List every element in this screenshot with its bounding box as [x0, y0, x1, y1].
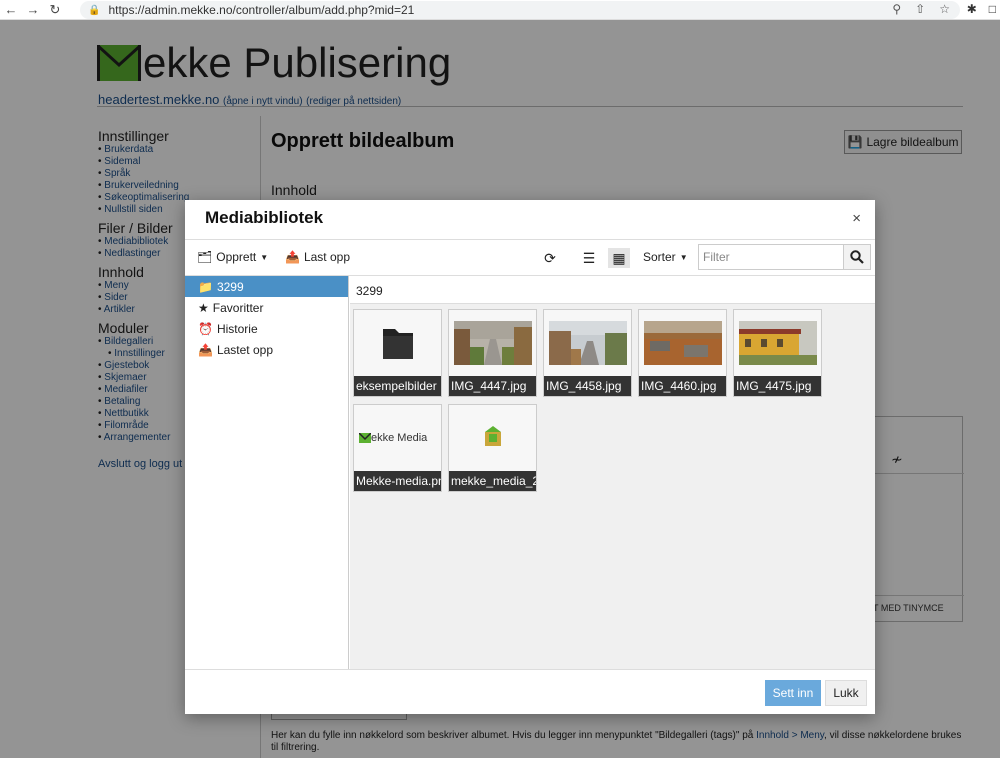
- reload-icon[interactable]: ↻: [44, 2, 66, 18]
- file-tile[interactable]: ekke Media Mekke-media.png: [353, 404, 442, 492]
- caret-down-icon: ▼: [679, 252, 688, 262]
- create-dropdown[interactable]: 🗂 Opprett ▼: [197, 250, 268, 264]
- upload-button[interactable]: 📤 Last opp: [285, 250, 350, 264]
- logo-thumbnail: ekke Media: [359, 416, 437, 460]
- upload-icon: 📤: [198, 342, 213, 357]
- filter-input[interactable]: [698, 244, 844, 270]
- insert-button[interactable]: Sett inn: [765, 680, 821, 706]
- star-icon[interactable]: ☆: [939, 2, 950, 16]
- current-path: 3299: [350, 276, 875, 304]
- zoom-icon[interactable]: ⚲: [892, 2, 901, 16]
- file-browser: 3299 eksempelbilder IMG_4447.jpg IMG_445…: [350, 276, 875, 669]
- grid-view-icon[interactable]: ▦: [608, 248, 630, 268]
- dialog-footer: Sett inn Lukk: [185, 669, 875, 714]
- file-name: IMG_4447.jpg: [449, 376, 536, 396]
- forward-icon[interactable]: →: [22, 2, 44, 17]
- dialog-title: Mediabibliotek: [205, 208, 324, 227]
- photo-thumbnail: [549, 321, 627, 365]
- photo-thumbnail: [739, 321, 817, 365]
- folder-tree: 📁 3299 ★ Favoritter ⏰ Historie 📤 Lastet …: [185, 276, 349, 669]
- star-icon: ★: [198, 300, 209, 315]
- file-name: IMG_4460.jpg: [639, 376, 726, 396]
- close-button[interactable]: Lukk: [825, 680, 867, 706]
- file-name: mekke_media_2: [449, 471, 536, 491]
- file-tile[interactable]: eksempelbilder: [353, 309, 442, 397]
- media-library-dialog: Mediabibliotek × 🗂 Opprett ▼ 📤 Last opp …: [185, 200, 875, 714]
- file-name: eksempelbilder: [354, 376, 441, 396]
- search-icon: [850, 250, 864, 264]
- file-tile[interactable]: IMG_4475.jpg: [733, 309, 822, 397]
- lock-icon: 🔒: [88, 4, 101, 16]
- mail-icon: [485, 426, 501, 446]
- tree-item-uploaded[interactable]: 📤 Lastet opp: [185, 339, 348, 360]
- tree-item-3299[interactable]: 📁 3299: [185, 276, 348, 297]
- list-view-icon[interactable]: ☰: [578, 248, 600, 268]
- logo-thumbnail-text: ekke Media: [371, 432, 428, 444]
- search-button[interactable]: [843, 244, 871, 270]
- extensions-icon[interactable]: ✱: [967, 2, 977, 16]
- file-tile[interactable]: IMG_4458.jpg: [543, 309, 632, 397]
- sort-dropdown[interactable]: Sorter ▼: [643, 250, 688, 264]
- media-toolbar: 🗂 Opprett ▼ 📤 Last opp ⟳ ☰ ▦ Sorter ▼: [185, 240, 875, 276]
- folder-icon: [383, 329, 413, 359]
- photo-thumbnail: [454, 321, 532, 365]
- back-icon[interactable]: ←: [0, 2, 22, 17]
- alarm-clock-icon: ⏰: [198, 321, 213, 336]
- url-text: https://admin.mekke.no/controller/album/…: [108, 3, 415, 17]
- share-icon[interactable]: ⇧: [915, 2, 925, 16]
- tree-item-history[interactable]: ⏰ Historie: [185, 318, 348, 339]
- address-bar[interactable]: 🔒 https://admin.mekke.no/controller/albu…: [80, 1, 960, 19]
- close-icon[interactable]: ×: [852, 210, 861, 227]
- file-tile[interactable]: IMG_4460.jpg: [638, 309, 727, 397]
- file-name: Mekke-media.png: [354, 471, 441, 491]
- mekke-logo-icon: [359, 433, 371, 443]
- window-icon[interactable]: □: [989, 2, 996, 16]
- photo-thumbnail: [644, 321, 722, 365]
- file-tile[interactable]: IMG_4447.jpg: [448, 309, 537, 397]
- caret-down-icon: ▼: [260, 252, 269, 262]
- tree-item-favorites[interactable]: ★ Favoritter: [185, 297, 348, 318]
- refresh-icon[interactable]: ⟳: [539, 248, 561, 268]
- new-folder-icon: 🗂: [197, 250, 213, 264]
- file-name: IMG_4458.jpg: [544, 376, 631, 396]
- file-tile[interactable]: mekke_media_2: [448, 404, 537, 492]
- browser-chrome: ← → ↻ 🔒 https://admin.mekke.no/controlle…: [0, 0, 1000, 20]
- folder-icon: 📁: [198, 279, 213, 294]
- file-name: IMG_4475.jpg: [734, 376, 821, 396]
- upload-icon: 📤: [285, 250, 300, 264]
